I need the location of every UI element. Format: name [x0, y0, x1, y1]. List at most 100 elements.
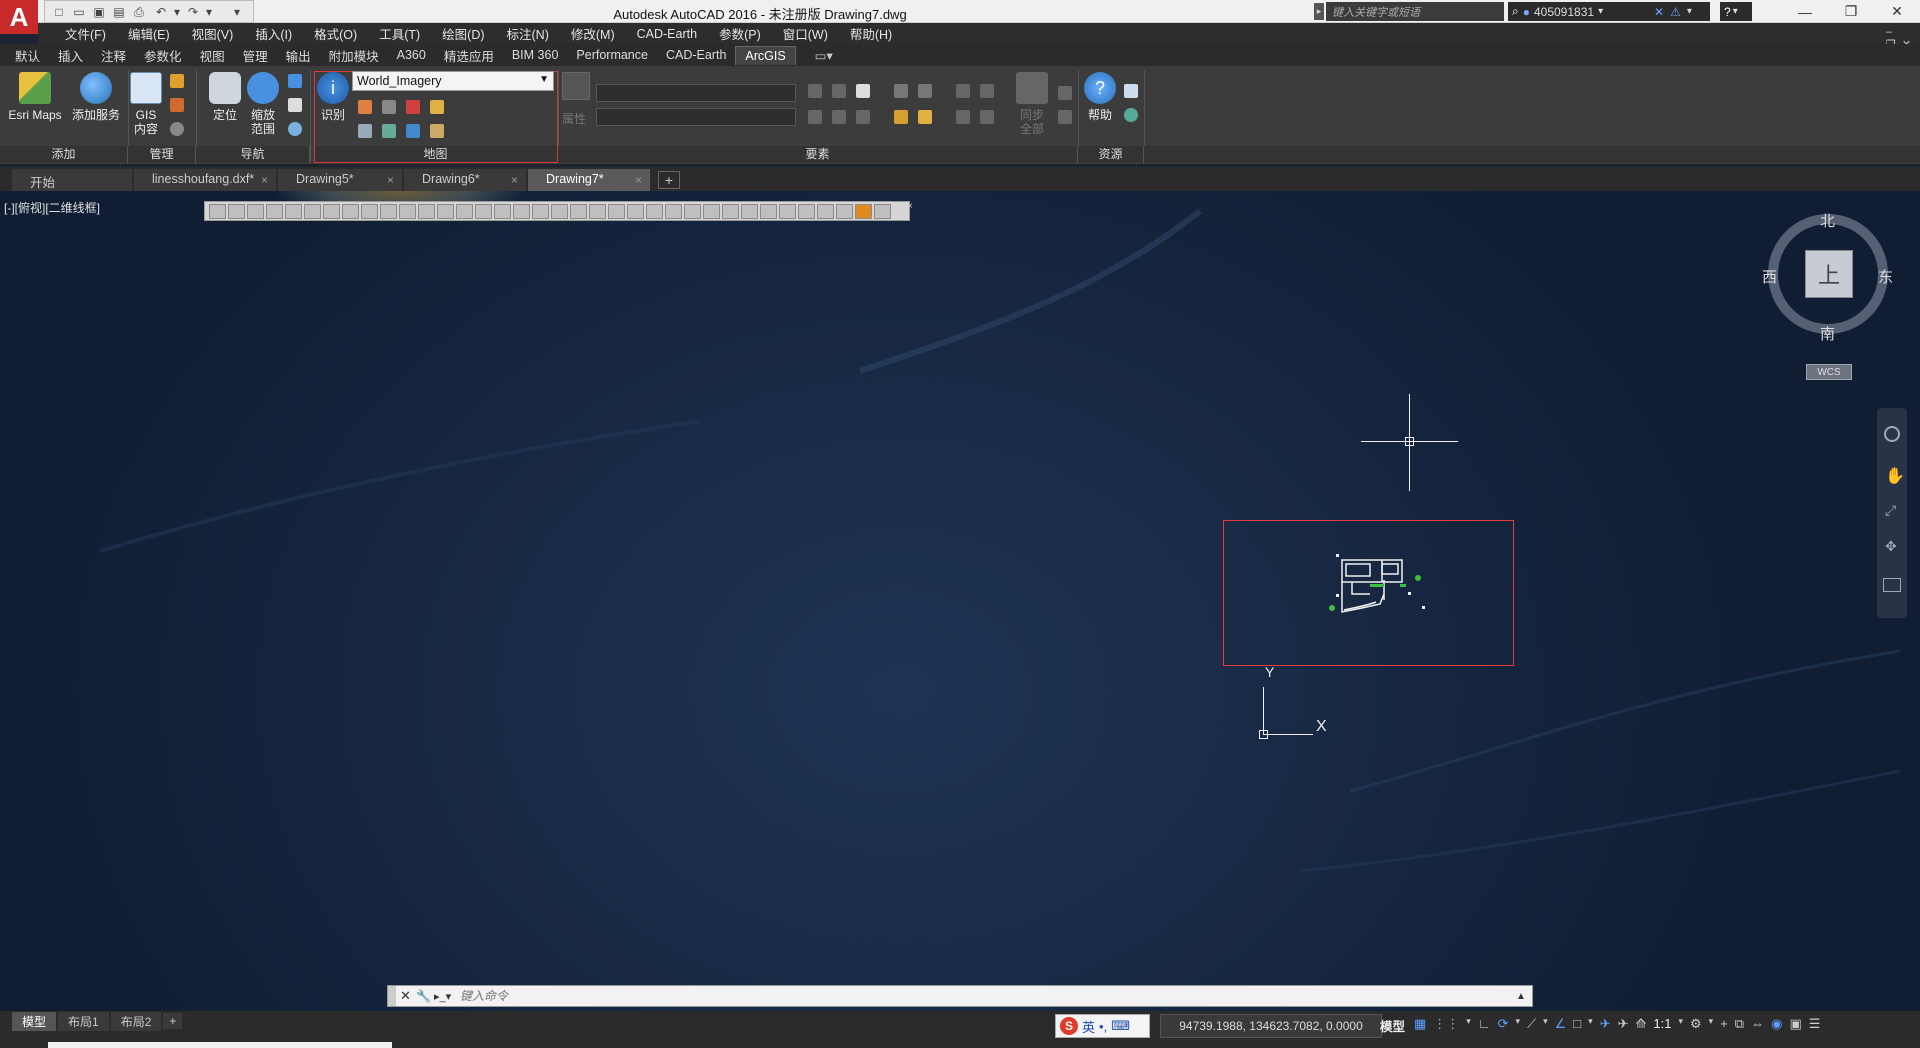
toolbar-help-icon[interactable]	[874, 203, 891, 219]
toolbar-tool-icon[interactable]	[627, 203, 644, 219]
feature-tool-10-icon[interactable]	[856, 110, 870, 124]
settings-icon[interactable]	[170, 122, 184, 136]
restore-button[interactable]: ❐	[1828, 0, 1874, 23]
menu-cad-earth[interactable]: CAD-Earth	[626, 27, 708, 41]
toolbar-tool-icon[interactable]	[399, 203, 416, 219]
toolbar-tool-icon[interactable]	[741, 203, 758, 219]
toolbar-tool-icon[interactable]	[342, 203, 359, 219]
doc-tab-start[interactable]: 开始	[12, 169, 132, 191]
save-icon[interactable]: ▣	[91, 4, 107, 20]
tab-performance[interactable]: Performance	[567, 46, 657, 64]
help-dropdown-icon[interactable]: ▾	[1733, 6, 1738, 17]
toolbar-tool-icon[interactable]	[285, 203, 302, 219]
layer-icon[interactable]	[170, 74, 184, 88]
user-icon[interactable]: ●	[1523, 5, 1530, 19]
minimize-button[interactable]: —	[1782, 0, 1828, 23]
object-snap-tracking-icon[interactable]: ∠	[1555, 1016, 1567, 1032]
menu-insert[interactable]: 插入(I)	[244, 24, 303, 43]
close-tab-icon[interactable]: ×	[635, 173, 642, 187]
object-snap-dropdown-icon[interactable]: ▾	[1588, 1016, 1593, 1032]
tab-output[interactable]: 输出	[277, 44, 320, 67]
hardware-acceleration-icon[interactable]: ◉	[1771, 1016, 1782, 1032]
workspace-dropdown-icon[interactable]: ▾	[1709, 1016, 1714, 1032]
close-tab-icon[interactable]: ×	[261, 173, 268, 187]
close-tab-icon[interactable]: ×	[387, 173, 394, 187]
close-button[interactable]: ✕	[1874, 0, 1920, 23]
app-logo-icon[interactable]: A	[0, 0, 38, 34]
gis-content-button[interactable]: GIS 内容	[130, 72, 162, 136]
tab-parametric[interactable]: 参数化	[135, 44, 191, 67]
feature-tool-5-icon[interactable]	[918, 84, 932, 98]
feature-tool-1-icon[interactable]	[808, 84, 822, 98]
toolbar-tool-icon[interactable]	[836, 203, 853, 219]
isodraft-icon[interactable]: ⟋	[1527, 1016, 1536, 1032]
resource-1-icon[interactable]	[1124, 84, 1138, 98]
feature-tool-13-icon[interactable]	[956, 110, 970, 124]
tab-cad-earth[interactable]: CAD-Earth	[657, 46, 735, 64]
grid-icon[interactable]: ▦	[1414, 1016, 1426, 1032]
snap-icon[interactable]: ⋮⋮	[1433, 1016, 1459, 1032]
toolbar-tool-icon[interactable]	[323, 203, 340, 219]
tab-default[interactable]: 默认	[6, 44, 49, 67]
basemap-select[interactable]: World_Imagery ▼	[352, 71, 554, 91]
orbit-icon[interactable]: ✥	[1885, 538, 1897, 555]
floorplan-drawing[interactable]	[1322, 550, 1442, 630]
drawing-canvas[interactable]	[0, 191, 1920, 1011]
command-customize-icon[interactable]: 🔧	[416, 989, 434, 1003]
feature-tool-12-icon[interactable]	[918, 110, 932, 124]
redo-dropdown-icon[interactable]: ▾	[201, 4, 217, 20]
toolbar-tool-icon[interactable]	[722, 203, 739, 219]
doc-tab-drawing5[interactable]: Drawing5* ×	[278, 169, 402, 191]
undo-icon[interactable]: ↶	[153, 4, 169, 20]
help-ribbon-button[interactable]: ? 帮助	[1082, 72, 1118, 122]
feature-template-icon[interactable]	[562, 72, 590, 100]
feature-tool-11-icon[interactable]	[894, 110, 908, 124]
feature-tool-3-icon[interactable]	[856, 84, 870, 98]
feature-tool-4-icon[interactable]	[894, 84, 908, 98]
menu-view[interactable]: 视图(V)	[181, 24, 245, 43]
esri-maps-button[interactable]: Esri Maps	[6, 72, 64, 122]
object-snap-icon[interactable]: □	[1573, 1016, 1581, 1032]
exchange-icon[interactable]: ✕	[1654, 5, 1664, 19]
menu-parametric[interactable]: 参数(P)	[708, 24, 772, 43]
new-file-icon[interactable]: □	[51, 4, 67, 20]
close-tab-icon[interactable]: ×	[511, 173, 518, 187]
keyboard-icon[interactable]: ⌨	[1111, 1018, 1130, 1034]
search-expand-icon[interactable]: ▸	[1314, 3, 1324, 20]
toolbar-tool-icon[interactable]	[760, 203, 777, 219]
redo-icon[interactable]: ↷	[185, 4, 201, 20]
toolbar-tool-icon[interactable]	[551, 203, 568, 219]
isodraft-dropdown-icon[interactable]: ▾	[1543, 1016, 1548, 1032]
menu-tools[interactable]: 工具(T)	[368, 24, 431, 43]
feature-tool-8-icon[interactable]	[808, 110, 822, 124]
binoculars-icon[interactable]: ⌕	[1512, 4, 1519, 19]
isolate-objects-icon[interactable]: ⇔	[1751, 1016, 1764, 1032]
tab-featured-apps[interactable]: 精选应用	[435, 44, 503, 67]
zoom-icon[interactable]: ⤢	[1885, 502, 1896, 519]
menu-dimension[interactable]: 标注(N)	[496, 24, 560, 43]
customization-icon[interactable]: ☰	[1809, 1016, 1821, 1032]
toolbar-tool-icon[interactable]	[304, 203, 321, 219]
ucs-origin-icon[interactable]	[1259, 730, 1268, 739]
menu-modify[interactable]: 修改(M)	[560, 24, 626, 43]
toolbar-tool-icon[interactable]	[361, 203, 378, 219]
steering-wheel-icon[interactable]	[1884, 426, 1900, 442]
ortho-icon[interactable]: ∟	[1478, 1016, 1491, 1032]
zoom-extent-button[interactable]: 缩放 范围	[246, 72, 280, 136]
tab-insert[interactable]: 插入	[49, 44, 92, 67]
feature-tool-14-icon[interactable]	[980, 110, 994, 124]
toolbar-tool-icon[interactable]	[456, 203, 473, 219]
clean-screen-icon[interactable]: ▣	[1789, 1016, 1801, 1032]
toolbar-tool-icon[interactable]	[684, 203, 701, 219]
showmotion-icon[interactable]	[1883, 578, 1901, 592]
a360-dropdown-icon[interactable]: ▾	[1687, 6, 1692, 17]
toolbar-tool-icon[interactable]	[209, 203, 226, 219]
compass-east[interactable]: 东	[1878, 266, 1893, 287]
ribbon-options-icon[interactable]: ▭▾	[806, 46, 842, 65]
toolbar-tool-icon[interactable]	[475, 203, 492, 219]
resource-globe-icon[interactable]	[1124, 108, 1138, 122]
model-space-toggle[interactable]: 模型	[1380, 1016, 1405, 1035]
feature-tool-2-icon[interactable]	[832, 84, 846, 98]
doc-tab-linesshoufang[interactable]: linesshoufang.dxf* ×	[134, 169, 276, 191]
add-layout-button[interactable]: +	[163, 1013, 183, 1029]
